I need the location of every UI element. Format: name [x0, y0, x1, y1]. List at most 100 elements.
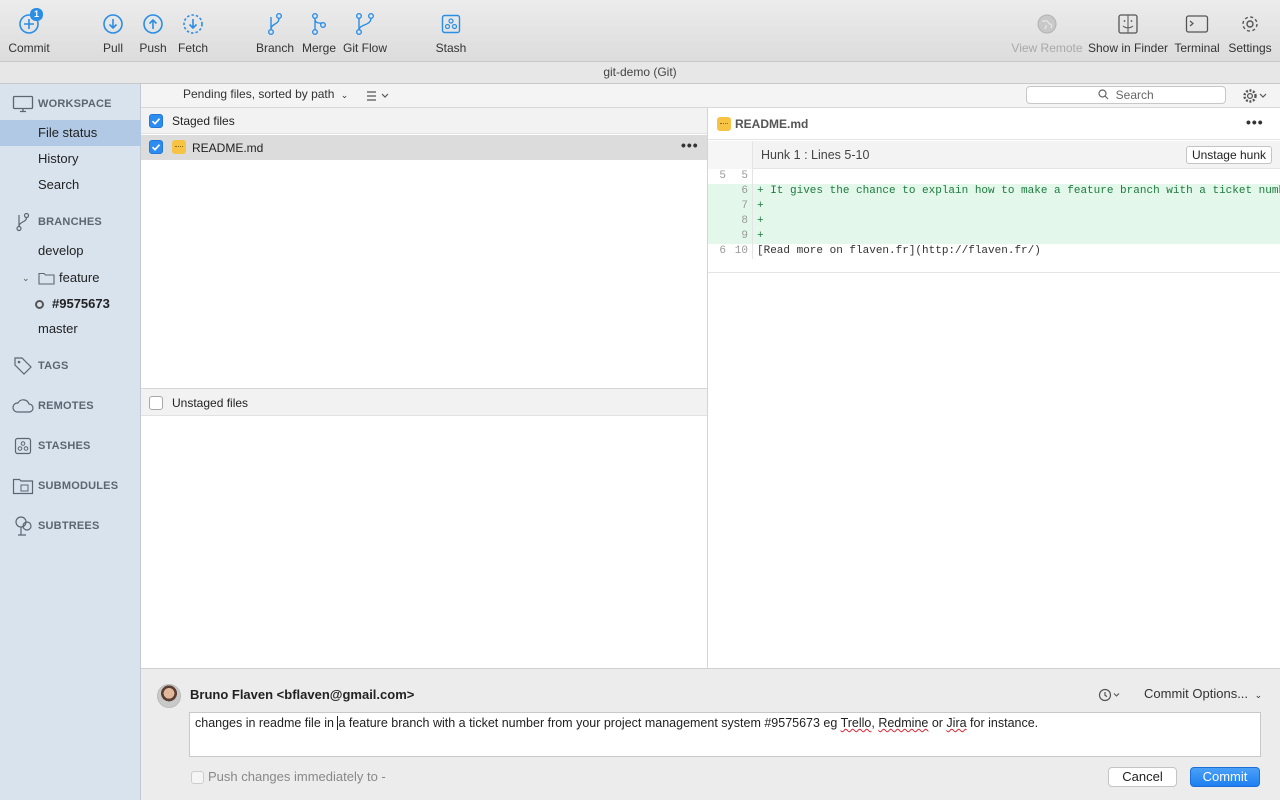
- staged-file-checkbox[interactable]: [149, 140, 163, 154]
- commit-options-dropdown[interactable]: Commit Options... ⌄: [1144, 686, 1262, 701]
- settings-button[interactable]: Settings: [1227, 8, 1273, 58]
- checkmark-icon: [151, 118, 161, 125]
- diff-line-text: [Read more on flaven.fr](http://flaven.f…: [757, 245, 1041, 257]
- diff-file-name: README.md: [735, 117, 809, 131]
- avatar: [157, 684, 181, 708]
- sidebar-section-submodules[interactable]: SUBMODULES: [0, 473, 141, 499]
- commit-panel: Bruno Flaven <bflaven@gmail.com> Commit …: [141, 668, 1280, 800]
- settings-label: Settings: [1228, 41, 1272, 55]
- git-flow-icon: [349, 8, 381, 40]
- merge-label: Merge: [301, 41, 336, 55]
- branch-label: Branch: [255, 41, 295, 55]
- commit-count-badge: 1: [30, 8, 43, 21]
- sidebar-section-branches[interactable]: BRANCHES: [0, 209, 141, 235]
- sidebar-section-tags[interactable]: TAGS: [0, 353, 141, 379]
- sidebar-item-branch-master[interactable]: master: [0, 316, 141, 342]
- diff-line-added: 7 +: [708, 199, 1280, 214]
- commit-message-input[interactable]: changes in readme file in a feature bran…: [189, 712, 1261, 757]
- list-mode-dropdown[interactable]: [365, 88, 395, 104]
- diff-line-text: + It gives the chance to explain how to …: [757, 185, 1280, 197]
- modified-file-icon: [172, 140, 186, 154]
- commit-button[interactable]: Commit: [1190, 767, 1260, 787]
- view-remote-button[interactable]: View Remote: [1011, 8, 1083, 58]
- sidebar-item-feature-folder[interactable]: ⌄ feature: [0, 265, 141, 291]
- stashes-heading: STASHES: [38, 440, 91, 452]
- gear-icon: [1234, 8, 1266, 40]
- staged-files-label: Staged files: [172, 114, 235, 128]
- diff-line-text: +: [757, 215, 764, 227]
- file-actions-button[interactable]: •••: [681, 137, 699, 153]
- spelling-flagged-word: Trello: [840, 716, 872, 730]
- diff-line-context: 6 10 [Read more on flaven.fr](http://fla…: [708, 244, 1280, 259]
- pull-label: Pull: [102, 41, 123, 55]
- filter-bar: Pending files, sorted by path ⌄ Search: [141, 84, 1280, 108]
- old-line-number: 5: [719, 170, 726, 182]
- branch-icon: [259, 8, 291, 40]
- search-input[interactable]: Search: [1026, 86, 1226, 104]
- hunk-title: Hunk 1 : Lines 5-10: [761, 148, 870, 162]
- terminal-label: Terminal: [1174, 41, 1220, 55]
- fetch-button[interactable]: Fetch: [175, 8, 211, 58]
- diff-actions-button[interactable]: •••: [1246, 114, 1264, 130]
- merge-button[interactable]: Merge: [300, 8, 338, 58]
- show-in-finder-button[interactable]: Show in Finder: [1087, 8, 1169, 58]
- search-placeholder: Search: [1115, 88, 1154, 102]
- diff-gutter-header: [708, 141, 753, 169]
- unstaged-files-header: Unstaged files: [141, 388, 707, 416]
- fetch-label: Fetch: [177, 41, 208, 55]
- diff-line-context: 5 5: [708, 169, 1280, 184]
- cancel-button[interactable]: Cancel: [1108, 767, 1177, 787]
- list-icon: [367, 91, 389, 101]
- window-title: git-demo (Git): [0, 62, 1280, 84]
- sort-dropdown[interactable]: Pending files, sorted by path ⌄: [183, 84, 348, 107]
- spelling-flagged-word: Redmine: [878, 716, 929, 730]
- sidebar-section-workspace[interactable]: WORKSPACE: [0, 91, 141, 117]
- pull-button[interactable]: Pull: [97, 8, 129, 58]
- push-label: Push: [139, 41, 167, 55]
- git-flow-label: Git Flow: [342, 41, 387, 55]
- sidebar-item-file-status[interactable]: File status: [0, 120, 141, 146]
- subtree-icon: [10, 515, 36, 537]
- unstage-hunk-button[interactable]: Unstage hunk: [1185, 146, 1272, 164]
- commit-history-dropdown[interactable]: [1097, 687, 1125, 703]
- unstaged-files-checkbox[interactable]: [149, 396, 163, 410]
- terminal-icon: [1181, 8, 1213, 40]
- staged-files-checkbox[interactable]: [149, 114, 163, 128]
- staged-file-row[interactable]: README.md •••: [141, 135, 707, 160]
- sidebar-item-history[interactable]: History: [0, 146, 141, 172]
- diff-file-header: README.md •••: [708, 108, 1280, 140]
- checkmark-icon: [151, 144, 161, 151]
- commit-author: Bruno Flaven <bflaven@gmail.com>: [190, 687, 415, 702]
- spelling-flagged-word: Jira: [946, 716, 967, 730]
- commit-options-label: Commit Options...: [1144, 686, 1249, 701]
- stash-box-icon: [435, 8, 467, 40]
- push-arrow-icon: [137, 8, 169, 40]
- sidebar-section-subtrees[interactable]: SUBTREES: [0, 513, 141, 539]
- branch-button[interactable]: Branch: [255, 8, 295, 58]
- sidebar-item-branch-current[interactable]: #9575673: [0, 291, 141, 317]
- terminal-button[interactable]: Terminal: [1172, 8, 1222, 58]
- sidebar-item-branch-develop[interactable]: develop: [0, 238, 141, 264]
- gear-icon: [1243, 89, 1267, 103]
- diff-line-added: 9 +: [708, 229, 1280, 244]
- sidebar-section-stashes[interactable]: STASHES: [0, 433, 141, 459]
- merge-icon: [303, 8, 335, 40]
- sidebar-item-search[interactable]: Search: [0, 172, 141, 198]
- push-immediately-checkbox[interactable]: [191, 771, 204, 784]
- cloud-icon: [10, 395, 36, 417]
- sidebar-section-remotes[interactable]: REMOTES: [0, 393, 141, 419]
- new-line-number: 9: [741, 230, 748, 242]
- stash-label: Stash: [435, 41, 467, 55]
- old-line-number: 6: [719, 245, 726, 257]
- stash-button[interactable]: Stash: [433, 8, 469, 58]
- push-button[interactable]: Push: [137, 8, 169, 58]
- current-branch-circle-icon: [35, 300, 44, 309]
- fetch-icon: [177, 8, 209, 40]
- commit-toolbar-button[interactable]: 1 Commit: [6, 8, 52, 58]
- current-branch-label: #9575673: [52, 296, 110, 311]
- diff-line-added: 6 + It gives the chance to explain how t…: [708, 184, 1280, 199]
- gear-menu-button[interactable]: [1241, 87, 1271, 105]
- commit-message-text: changes in readme file in: [195, 716, 338, 730]
- push-immediately-label: Push changes immediately to -: [208, 769, 386, 784]
- git-flow-button[interactable]: Git Flow: [342, 8, 388, 58]
